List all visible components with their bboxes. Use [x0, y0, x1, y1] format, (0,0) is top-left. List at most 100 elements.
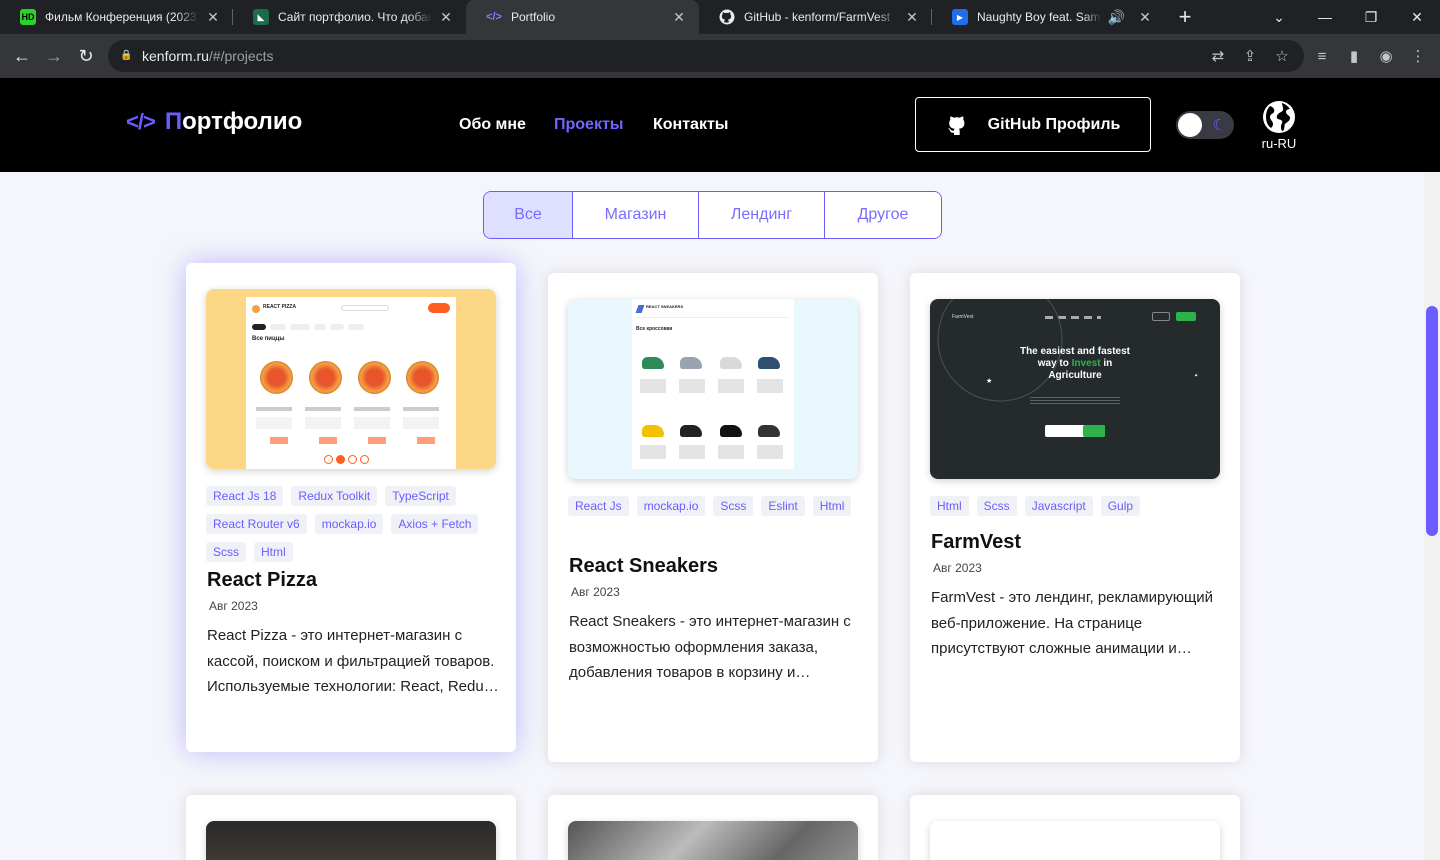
close-icon[interactable]: ✕: [1137, 9, 1153, 26]
nav-link-about[interactable]: Обо мне: [459, 116, 526, 134]
project-screenshot[interactable]: REACT SNEAKERS Все кроссовки: [568, 299, 858, 479]
close-icon[interactable]: ✕: [904, 9, 920, 26]
sneaker-image: [758, 425, 780, 437]
project-title[interactable]: React Sneakers: [569, 555, 718, 578]
preview-cart-button: [428, 303, 450, 313]
project-card-partial[interactable]: [186, 795, 516, 860]
filter-shop-button[interactable]: Магазин: [573, 192, 699, 238]
project-card-farmvest[interactable]: FarmVest The easiest and fastest way to …: [910, 273, 1240, 762]
project-card-react-pizza[interactable]: REACT PIZZA Все пиццы React Js 18 Redux …: [186, 263, 516, 752]
sneakers-site-preview: REACT SNEAKERS Все кроссовки: [568, 299, 858, 479]
project-screenshot[interactable]: [206, 821, 496, 860]
sneaker-image: [642, 357, 664, 369]
tab-title: GitHub - kenform/FarmVest: [744, 10, 891, 24]
nav-link-projects[interactable]: Проекты: [554, 116, 623, 134]
browser-tab-github[interactable]: GitHub - kenform/FarmVest ✕: [699, 0, 932, 34]
tab-title: Portfolio: [511, 10, 556, 24]
browser-tab-portfolio[interactable]: </> Portfolio ✕: [466, 0, 699, 34]
code-icon: </>: [126, 109, 156, 134]
sneaker-image: [642, 425, 664, 437]
globe-icon: [1263, 101, 1295, 133]
language-switcher[interactable]: ru-RU: [1258, 100, 1300, 151]
sneakers-logo-icon: [635, 305, 645, 313]
tag: mockap.io: [636, 496, 706, 516]
preview-pizza-options: [256, 417, 448, 429]
preview-subtext: [1030, 397, 1120, 405]
pizza-image: [260, 361, 293, 394]
project-title[interactable]: FarmVest: [931, 531, 1021, 554]
tag: Eslint: [761, 496, 805, 516]
star-icon: ★: [986, 378, 993, 385]
github-icon: [947, 115, 965, 135]
preview-orbit-decoration: [937, 299, 1063, 402]
project-card-partial[interactable]: [548, 795, 878, 860]
project-title[interactable]: React Pizza: [207, 569, 317, 592]
site-header: </> Портфолио Обо мне Проекты Контакты G…: [0, 78, 1440, 172]
side-panel-icon[interactable]: ▮: [1338, 40, 1370, 72]
reload-icon[interactable]: ↻: [70, 40, 102, 72]
address-bar[interactable]: 🔒 kenform.ru/#/projects: [108, 40, 1304, 72]
project-screenshot[interactable]: FarmVest The easiest and fastest way to …: [930, 299, 1220, 479]
speaker-icon[interactable]: 🔊: [1108, 9, 1125, 26]
translate-icon[interactable]: ⇄: [1202, 40, 1234, 72]
nav-link-contacts[interactable]: Контакты: [653, 116, 728, 134]
site-logo[interactable]: </> Портфолио: [126, 108, 302, 136]
theme-toggle[interactable]: ☾: [1176, 111, 1234, 139]
restore-icon[interactable]: ❐: [1348, 0, 1394, 34]
preview-gray-site: [568, 821, 858, 860]
filter-landing-button[interactable]: Лендинг: [699, 192, 825, 238]
sneaker-image: [680, 425, 702, 437]
back-icon[interactable]: ←: [6, 40, 38, 72]
filter-all-button[interactable]: Все: [484, 192, 573, 238]
preview-categories: [252, 324, 452, 330]
preview-heading: Все пиццы: [252, 336, 285, 342]
tab-title: Сайт портфолио. Что добавить: [278, 10, 432, 24]
lock-icon[interactable]: 🔒: [120, 50, 132, 62]
project-date: Авг 2023: [571, 585, 620, 599]
close-icon[interactable]: ✕: [671, 9, 687, 26]
pizza-image: [358, 361, 391, 394]
tab-search-icon[interactable]: ⌄: [1256, 0, 1302, 34]
chart-icon: ◣: [253, 9, 269, 25]
tag: Gulp: [1100, 496, 1141, 516]
scrollbar-thumb[interactable]: [1426, 306, 1438, 536]
preview-page: REACT SNEAKERS Все кроссовки: [632, 299, 794, 469]
minimize-icon[interactable]: —: [1302, 0, 1348, 34]
preview-divider: [636, 317, 790, 318]
preview-pizza-names: [256, 407, 448, 411]
bookmark-star-icon[interactable]: ☆: [1266, 40, 1298, 72]
forward-icon[interactable]: →: [38, 40, 70, 72]
tag: Scss: [713, 496, 754, 516]
filter-other-button[interactable]: Другое: [825, 192, 941, 238]
menu-dots-icon[interactable]: ⋮: [1402, 40, 1434, 72]
project-screenshot[interactable]: [930, 821, 1220, 860]
new-tab-button[interactable]: +: [1165, 0, 1205, 34]
tag: React Js 18: [206, 486, 284, 506]
browser-tab-portfolio-question[interactable]: ◣ Сайт портфолио. Что добавить ✕: [233, 0, 466, 34]
project-card-react-sneakers[interactable]: REACT SNEAKERS Все кроссовки React Js mo…: [548, 273, 878, 762]
close-icon[interactable]: ✕: [205, 9, 221, 26]
logo-accent-letter: П: [164, 108, 183, 135]
preview-light-site: [930, 821, 1220, 860]
project-card-partial[interactable]: [910, 795, 1240, 860]
browser-tab-youtube[interactable]: ▶ Naughty Boy feat. Sam Smith 🔊 ✕: [932, 0, 1165, 34]
browser-tab-film[interactable]: HD Фильм Конференция (2023) смотреть онл…: [0, 0, 233, 34]
project-screenshot[interactable]: [568, 821, 858, 860]
media-control-icon[interactable]: ≡: [1306, 40, 1338, 72]
github-profile-button[interactable]: GitHub Профиль: [915, 97, 1151, 152]
profile-avatar-icon[interactable]: ◉: [1370, 40, 1402, 72]
project-tags: React Js 18 Redux Toolkit TypeScript Rea…: [206, 486, 506, 570]
window-close-icon[interactable]: ✕: [1394, 0, 1440, 34]
page-scrollbar[interactable]: [1424, 172, 1440, 860]
pizza-site-preview: REACT PIZZA Все пиццы: [206, 289, 496, 469]
logo-text: ортфолио: [182, 108, 303, 135]
project-screenshot[interactable]: REACT PIZZA Все пиццы: [206, 289, 496, 469]
tag: Html: [812, 496, 852, 516]
share-icon[interactable]: ⇪: [1234, 40, 1266, 72]
project-date: Авг 2023: [209, 599, 258, 613]
close-icon[interactable]: ✕: [438, 9, 454, 26]
preview-sneaker-info: [640, 445, 790, 459]
tag: Html: [930, 496, 969, 516]
preview-sneaker-info: [640, 379, 790, 393]
play-icon: ▶: [952, 9, 968, 25]
